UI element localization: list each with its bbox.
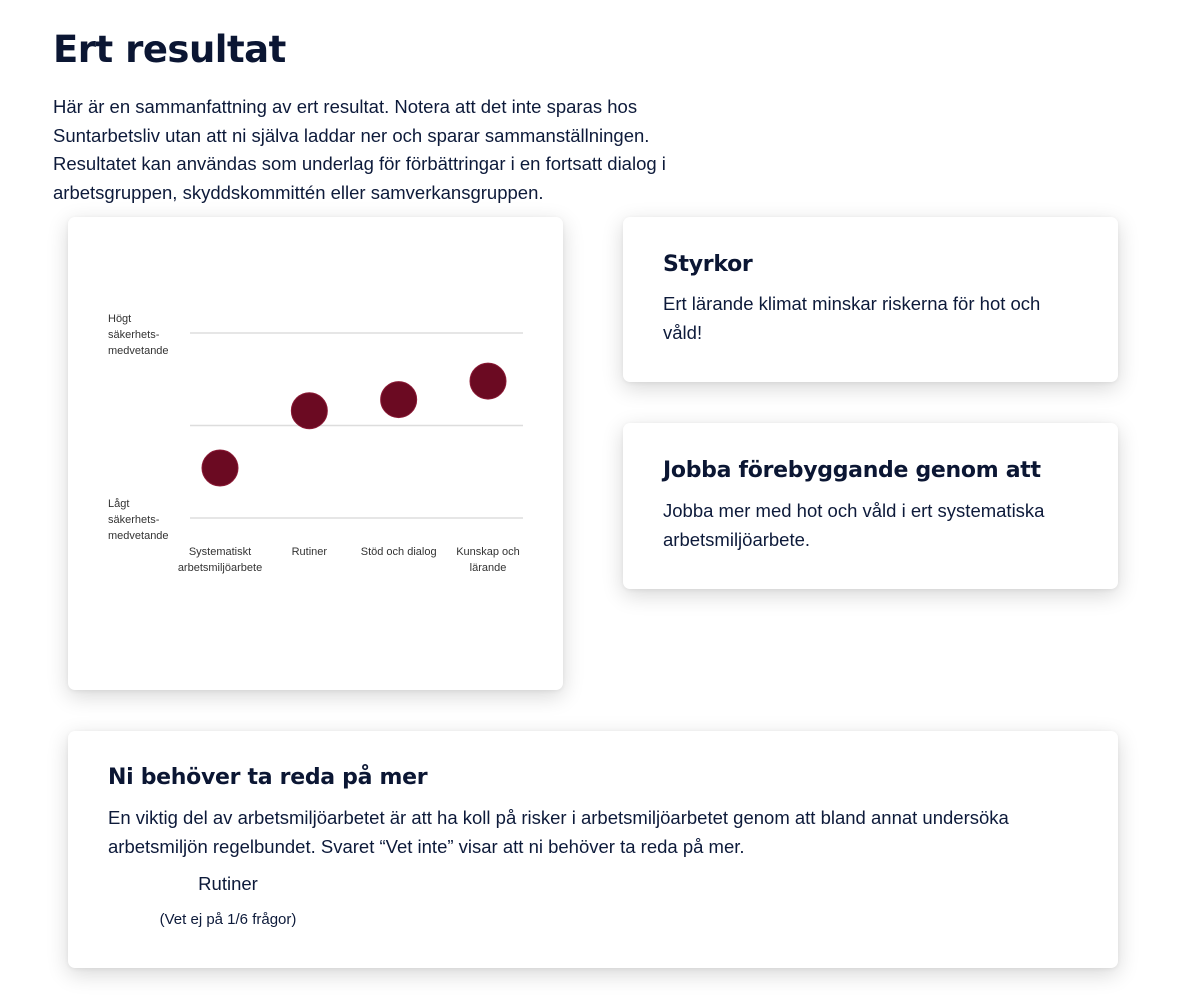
data-point <box>380 381 418 419</box>
data-point <box>290 392 328 430</box>
find-out-more-text: En viktig del av arbetsmiljöarbetet är a… <box>108 807 1009 857</box>
y-tick-low: Lågt säkerhets-medvetande <box>108 498 169 542</box>
prevent-card: Jobba förebyggande genom att Jobba mer m… <box>623 423 1118 589</box>
unknown-area-name: Rutiner <box>198 873 258 894</box>
x-tick-label: Rutiner <box>292 546 328 558</box>
y-tick-high: Högt säkerhets-medvetande <box>108 313 169 357</box>
data-point <box>469 362 507 400</box>
x-tick-label: Kunskap och lärande <box>456 546 520 574</box>
data-point <box>201 449 239 487</box>
prevent-text: Jobba mer med hot och våld i ert systema… <box>663 500 1045 550</box>
result-chart-card: Högt säkerhets-medvetande Lågt säkerhets-me… <box>68 217 563 690</box>
strengths-text: Ert lärande klimat minskar riskerna för … <box>663 293 1041 343</box>
strengths-card: Styrkor Ert lärande klimat minskar riske… <box>623 217 1118 382</box>
intro-text: Här är en sammanfattning av ert resultat… <box>53 96 666 203</box>
find-out-more-heading: Ni behöver ta reda på mer <box>108 765 428 790</box>
unknown-area-note: (Vet ej på 1/6 frågor) <box>159 911 297 928</box>
prevent-heading: Jobba förebyggande genom att <box>663 458 1041 483</box>
x-tick-label: Stöd och dialog <box>361 546 437 558</box>
result-chart: Högt säkerhets-medvetande Lågt säkerhets-me… <box>108 313 523 574</box>
x-tick-label: Systematiskt arbetsmiljöarbete <box>178 546 262 574</box>
page-title: Ert resultat <box>53 28 286 71</box>
strengths-heading: Styrkor <box>663 252 753 277</box>
find-out-more-card: Ni behöver ta reda på mer En viktig del … <box>68 731 1118 968</box>
